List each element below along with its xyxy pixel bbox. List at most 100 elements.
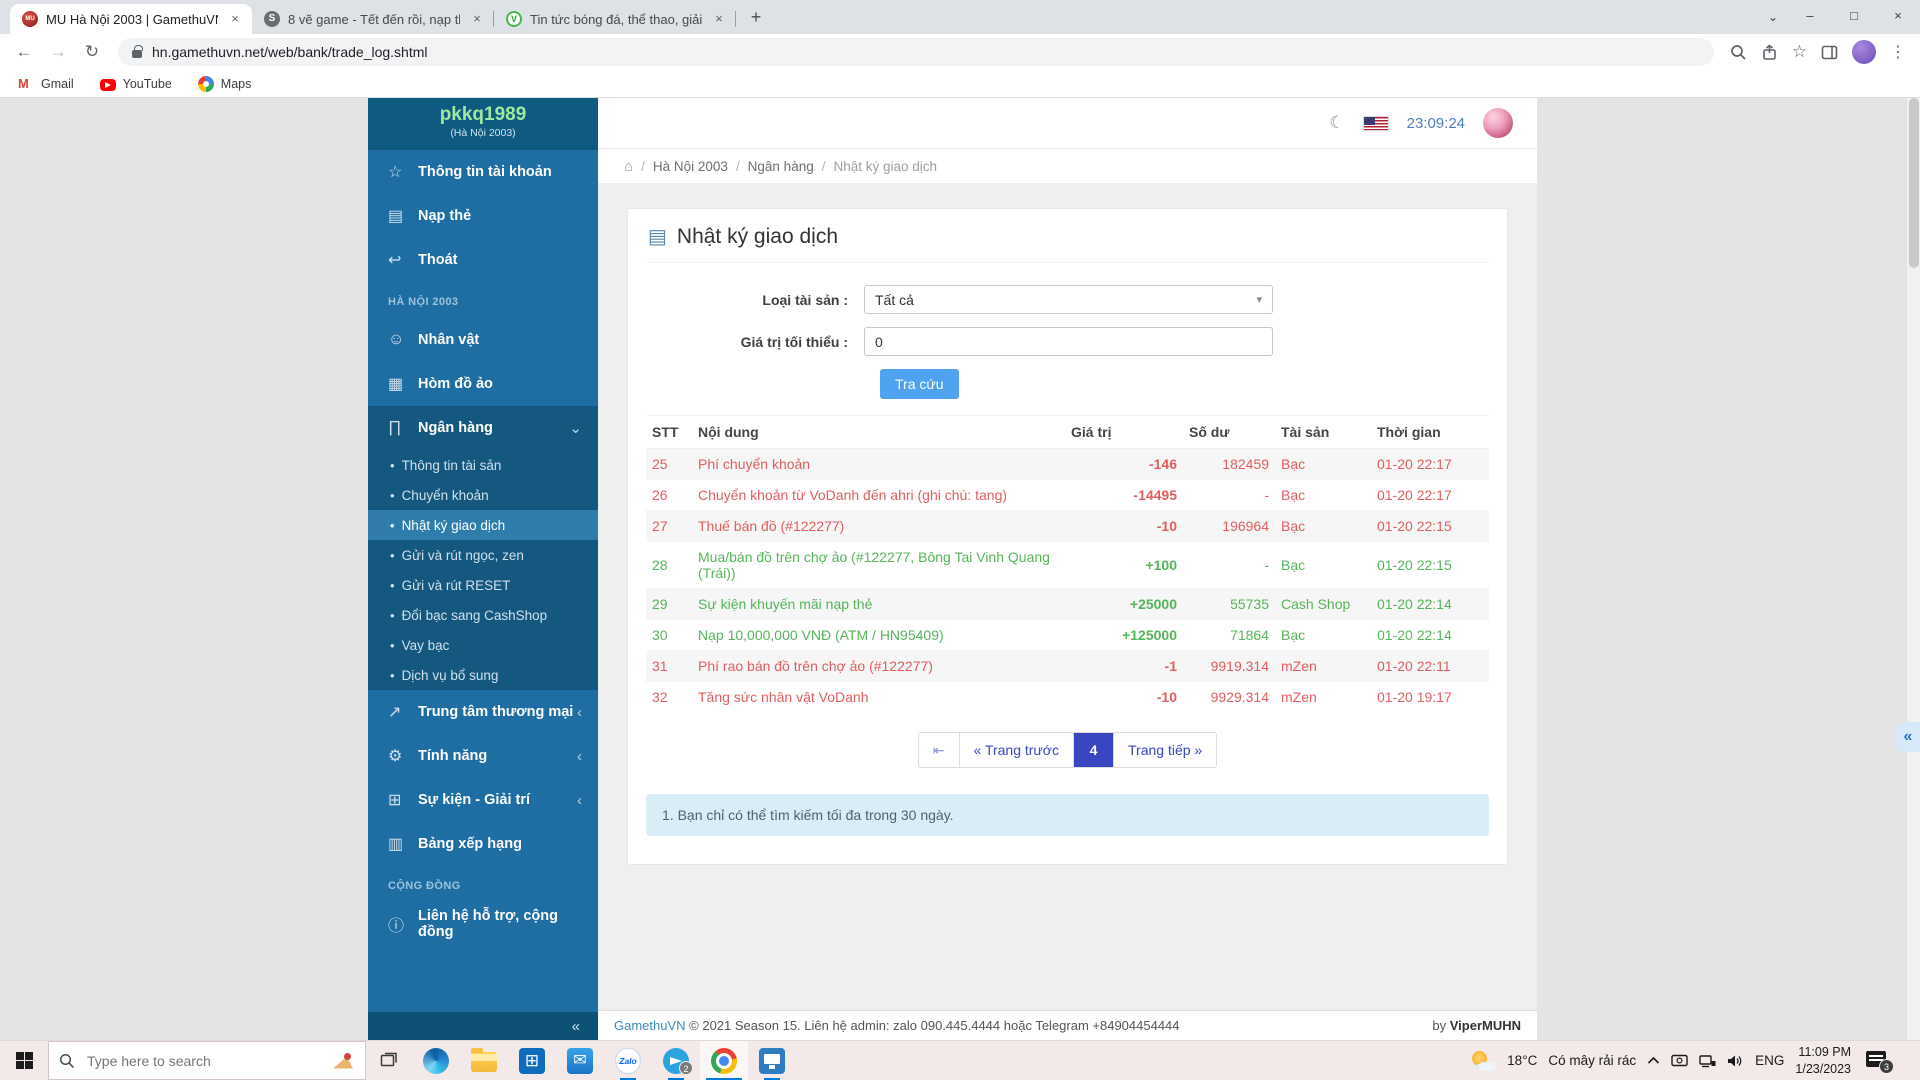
taskbar-zalo-button[interactable] <box>604 1041 652 1080</box>
breadcrumb-item[interactable]: Hà Nội 2003 <box>653 159 728 174</box>
bookmark-gmail[interactable]: Gmail <box>18 76 74 92</box>
sidebar-item[interactable]: ⊞Sự kiện - Giải trí‹ <box>368 778 598 822</box>
sidebar-item[interactable]: ☆Thông tin tài khoản <box>368 150 598 194</box>
user-avatar[interactable] <box>1483 108 1513 138</box>
notification-center-button[interactable]: 3 <box>1864 1048 1894 1074</box>
language-indicator[interactable]: ENG <box>1755 1053 1784 1068</box>
next-page-button[interactable]: Trang tiếp » <box>1114 732 1217 768</box>
browser-tab[interactable]: 8 vẽ game - Tết đến rồi, nạp thẻ× <box>252 4 494 34</box>
side-panel-flap[interactable]: « <box>1896 722 1920 752</box>
column-header: Giá trị <box>1065 416 1183 449</box>
scrollbar-thumb[interactable] <box>1909 98 1919 268</box>
home-icon[interactable]: ⌂ <box>624 158 633 175</box>
first-page-button[interactable]: ⇤ <box>918 732 960 768</box>
zoom-lens-icon[interactable] <box>1730 44 1747 61</box>
address-bar[interactable]: hn.gamethuvn.net/web/bank/trade_log.shtm… <box>118 38 1714 66</box>
taskbar-telegram-button[interactable]: 2 <box>652 1041 700 1080</box>
taskbar-chrome-button[interactable] <box>700 1041 748 1080</box>
current-page[interactable]: 4 <box>1074 732 1114 768</box>
cast-icon[interactable] <box>1671 1054 1688 1068</box>
sidebar-item-label: Tính năng <box>418 748 487 764</box>
breadcrumb-item[interactable]: Ngân hàng <box>748 159 814 174</box>
tab-search-icon[interactable]: ⌄ <box>1758 10 1788 24</box>
browser-tab[interactable]: Tin tức bóng đá, thể thao, giải trí× <box>494 4 736 34</box>
min-value-input[interactable] <box>864 327 1273 356</box>
sidebar-item[interactable]: ☺Nhân vật <box>368 318 598 362</box>
volume-icon[interactable] <box>1727 1054 1744 1068</box>
prev-page-button[interactable]: « Trang trước <box>960 732 1074 768</box>
table-row[interactable]: 26Chuyển khoản từ VoDanh đến ahri (ghi c… <box>646 480 1489 511</box>
sidebar-item[interactable]: ▤Nạp thẻ <box>368 194 598 238</box>
sidebar-item[interactable]: ∏Ngân hàng⌄ <box>368 406 598 450</box>
back-icon[interactable]: ← <box>10 38 38 66</box>
bookmark-maps[interactable]: Maps <box>198 76 252 92</box>
sidebar-item[interactable]: ⚙Tính năng‹ <box>368 734 598 778</box>
asset-type-select[interactable]: Tất cả ▾ <box>864 285 1273 314</box>
sidebar-subitem[interactable]: •Thông tin tài sản <box>368 450 598 480</box>
task-view-button[interactable] <box>366 1041 412 1080</box>
taskbar-search[interactable] <box>48 1041 366 1080</box>
tab-close-icon[interactable]: × <box>710 10 728 28</box>
sidebar-subitem[interactable]: •Gửi và rút RESET <box>368 570 598 600</box>
search-input[interactable] <box>85 1052 321 1070</box>
weather-text[interactable]: Có mây rải rác <box>1548 1053 1636 1068</box>
minimize-button[interactable]: – <box>1788 0 1832 34</box>
toolbar-actions: ☆ ⋮ <box>1726 40 1910 64</box>
tab-close-icon[interactable]: × <box>468 10 486 28</box>
tab-close-icon[interactable]: × <box>226 10 244 28</box>
side-panel-icon[interactable] <box>1821 44 1838 61</box>
refresh-icon[interactable]: ↻ <box>78 38 106 66</box>
browser-menu-icon[interactable]: ⋮ <box>1890 42 1906 62</box>
sidebar-item[interactable]: ↗Trung tâm thương mại‹ <box>368 690 598 734</box>
temperature[interactable]: 18°C <box>1507 1053 1537 1068</box>
taskbar-edge-button[interactable] <box>412 1041 460 1080</box>
sidebar-subitem[interactable]: •Vay bạc <box>368 630 598 660</box>
table-row[interactable]: 29Sự kiện khuyến mãi nạp thẻ+2500055735C… <box>646 589 1489 620</box>
sidebar-item[interactable]: ▦Hòm đồ ảo <box>368 362 598 406</box>
weather-icon[interactable] <box>1470 1050 1496 1072</box>
language-flag-icon[interactable] <box>1363 116 1389 131</box>
table-row[interactable]: 28Mua/bán đồ trên chợ ảo (#122277, Bông … <box>646 542 1489 589</box>
bookmark-youtube[interactable]: YouTube <box>100 77 172 91</box>
sidebar-subitem[interactable]: •Chuyển khoản <box>368 480 598 510</box>
sidebar-collapse-bar[interactable]: « <box>368 1012 598 1040</box>
url-text[interactable]: hn.gamethuvn.net/web/bank/trade_log.shtm… <box>152 44 428 60</box>
scrollbar[interactable] <box>1906 98 1920 1040</box>
table-row[interactable]: 25Phí chuyển khoản-146182459Bạc01-20 22:… <box>646 449 1489 480</box>
forward-icon[interactable]: → <box>44 38 72 66</box>
search-button[interactable]: Tra cứu <box>880 369 959 399</box>
browser-tab[interactable]: MU Hà Nội 2003 | GamethuVN.ne× <box>10 4 252 34</box>
maximize-button[interactable]: □ <box>1832 0 1876 34</box>
taskbar-file-explorer-button[interactable] <box>460 1041 508 1080</box>
footer-brand-link[interactable]: GamethuVN <box>614 1018 686 1033</box>
new-tab-button[interactable]: + <box>742 4 770 32</box>
share-icon[interactable] <box>1761 44 1778 61</box>
sidebar-item[interactable]: ⓘLiên hệ hỗ trợ, cộng đồng <box>368 902 598 946</box>
collapse-sidebar-icon[interactable]: « <box>572 1018 580 1035</box>
taskbar-mail-button[interactable] <box>556 1041 604 1080</box>
padlock-icon[interactable] <box>132 50 142 58</box>
dark-mode-icon[interactable]: ☾ <box>1329 113 1344 133</box>
sidebar-subitem[interactable]: •Đổi bạc sang CashShop <box>368 600 598 630</box>
sidebar-item[interactable]: ↩Thoát <box>368 238 598 282</box>
sidebar-item[interactable]: ▥Bảng xếp hạng <box>368 822 598 866</box>
taskbar-clock[interactable]: 11:09 PM 1/23/2023 <box>1795 1044 1851 1077</box>
browser-profile-avatar[interactable] <box>1852 40 1876 64</box>
table-row[interactable]: 27Thuế bán đồ (#122277)-10196964Bạc01-20… <box>646 511 1489 542</box>
table-row[interactable]: 30Nạp 10,000,000 VNĐ (ATM / HN95409)+125… <box>646 620 1489 651</box>
sidebar-subitem[interactable]: •Gửi và rút ngọc, zen <box>368 540 598 570</box>
bookmark-star-icon[interactable]: ☆ <box>1792 42 1807 62</box>
close-button[interactable]: × <box>1876 0 1920 34</box>
sidebar-item-label: Sự kiện - Giải trí <box>418 792 530 808</box>
taskbar-store-button[interactable] <box>508 1041 556 1080</box>
start-button[interactable] <box>0 1041 48 1080</box>
hidden-icons-chevron[interactable] <box>1647 1056 1660 1065</box>
sidebar-subitem[interactable]: •Dịch vụ bổ sung <box>368 660 598 690</box>
table-row[interactable]: 32Tăng sức nhân vật VoDanh-109929.314mZe… <box>646 682 1489 713</box>
table-row[interactable]: 31Phí rao bán đồ trên chợ ảo (#122277)-1… <box>646 651 1489 682</box>
search-highlight-image[interactable] <box>331 1052 355 1070</box>
pagination: ⇤ « Trang trước 4 Trang tiếp » <box>646 732 1489 768</box>
network-icon[interactable] <box>1699 1054 1716 1068</box>
taskbar-remote-app-button[interactable] <box>748 1041 796 1080</box>
sidebar-subitem[interactable]: •Nhật ký giao dịch <box>368 510 598 540</box>
